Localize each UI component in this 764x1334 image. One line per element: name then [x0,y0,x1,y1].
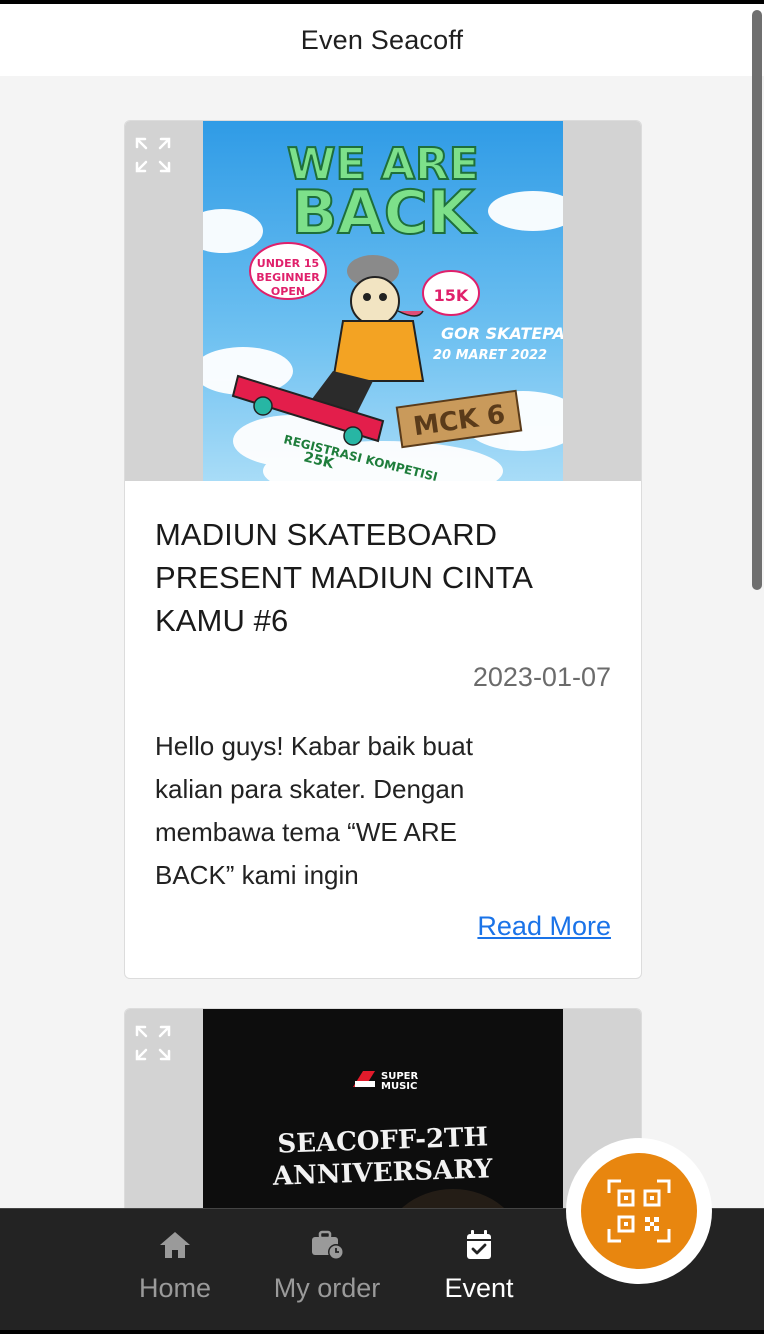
expand-icon[interactable] [133,1023,173,1063]
briefcase-clock-icon [312,1230,344,1260]
app-screen: Even Seacoff WE ARE BACK UNDER 15 BEGINN… [0,4,764,1330]
nav-label-my-order: My order [273,1273,381,1303]
nav-label-event: Event [444,1273,514,1303]
page-title: Even Seacoff [300,24,464,55]
calendar-check-icon [467,1230,491,1259]
expand-icon[interactable] [133,135,173,175]
svg-text:BEGINNER: BEGINNER [256,271,320,284]
svg-text:MUSIC: MUSIC [381,1081,417,1092]
svg-text:OPEN: OPEN [271,285,305,298]
svg-text:GOR SKATEPARK: GOR SKATEPARK [441,324,563,343]
event-poster-image: WE ARE BACK UNDER 15 BEGINNER OPEN 15K G… [203,121,563,481]
event-list[interactable]: WE ARE BACK UNDER 15 BEGINNER OPEN 15K G… [0,76,764,1208]
event-title: MADIUN SKATEBOARD PRESENT MADIUN CINTA K… [155,517,532,638]
event-card[interactable]: WE ARE BACK UNDER 15 BEGINNER OPEN 15K G… [124,120,642,979]
nav-label-home: Home [138,1273,212,1303]
app-header: Even Seacoff [0,4,764,76]
poster-headline-bottom: BACK [292,178,477,248]
event-image-frame[interactable]: WE ARE BACK UNDER 15 BEGINNER OPEN 15K G… [125,121,641,481]
event-date: 2023-01-07 [472,662,611,692]
event-card[interactable]: SUPER MUSIC SEACOFF-2TH ANNIVERSARY [124,1008,642,1208]
qr-code-icon [607,1179,671,1243]
scrollbar[interactable] [752,10,762,590]
nav-item-my-order[interactable]: My order [268,1227,386,1304]
event-image-frame[interactable]: SUPER MUSIC SEACOFF-2TH ANNIVERSARY [125,1009,641,1208]
nav-item-event[interactable]: Event [440,1227,518,1304]
svg-text:20 MARET 2022: 20 MARET 2022 [433,348,547,363]
qr-scan-button[interactable] [566,1138,712,1284]
nav-item-home[interactable]: Home [136,1227,214,1304]
home-icon [160,1232,190,1258]
svg-text:UNDER 15: UNDER 15 [257,257,319,270]
qr-button-inner [581,1153,697,1269]
read-more-link[interactable]: Read More [155,911,611,942]
event-card-body: MADIUN SKATEBOARD PRESENT MADIUN CINTA K… [125,481,641,942]
event-description: Hello guys! Kabar baik buat kalian para … [155,731,473,890]
svg-text:15K: 15K [434,286,469,305]
event-poster-image: SUPER MUSIC SEACOFF-2TH ANNIVERSARY [203,1009,563,1208]
